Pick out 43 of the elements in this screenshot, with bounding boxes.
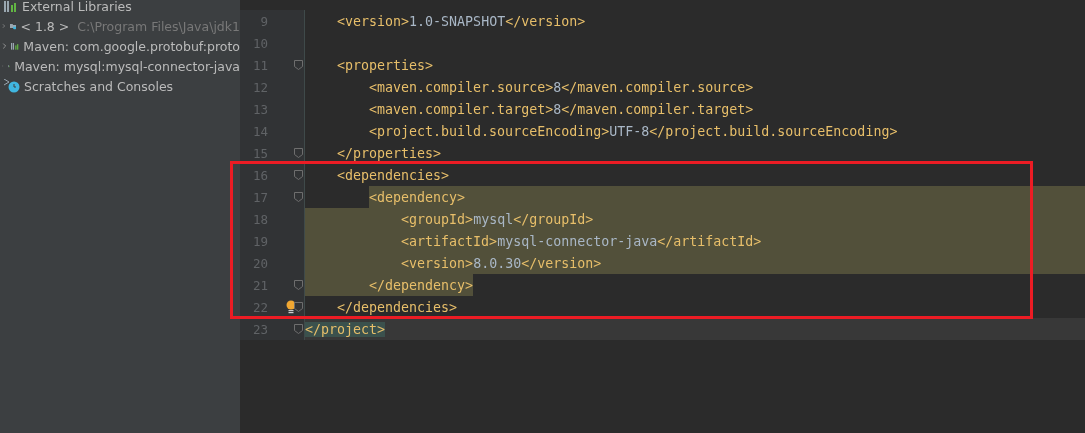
code-tag: <maven.compiler.target>	[369, 101, 554, 117]
code-tag: <dependencies>	[337, 167, 450, 183]
code-value: mysql	[473, 211, 514, 227]
code-tag: </project>	[305, 321, 386, 337]
fold-marker-icon[interactable]	[294, 280, 303, 290]
tree-item-path: C:\Program Files\Java\jdk1	[77, 18, 240, 34]
code-tag: </maven.compiler.target>	[561, 101, 754, 117]
code-tag: <groupId>	[401, 211, 474, 227]
code-tag: <version>	[337, 13, 410, 29]
code-tag: </version>	[521, 255, 602, 271]
code-tag: </dependency>	[369, 277, 474, 293]
fold-marker-icon[interactable]	[294, 302, 303, 312]
tree-item-label[interactable]: < 1.8 >	[20, 18, 70, 34]
tree-item-label[interactable]: Scratches and Consoles	[24, 78, 174, 94]
fold-marker-icon[interactable]	[294, 148, 303, 158]
code-value: 8.0.30	[473, 255, 522, 271]
fold-marker-icon[interactable]	[294, 170, 303, 180]
code-tag: </version>	[505, 13, 586, 29]
code-value: mysql-connector-java	[497, 233, 658, 249]
tree-item-label[interactable]: External Libraries	[22, 0, 132, 14]
code-tag: </artifactId>	[657, 233, 762, 249]
fold-marker-icon[interactable]	[294, 324, 303, 334]
code-tag: <project.build.sourceEncoding>	[369, 123, 610, 139]
code-tag: </groupId>	[513, 211, 594, 227]
code-tag: <properties>	[337, 57, 434, 73]
code-tag: <dependency>	[369, 189, 466, 205]
code-tag: <maven.compiler.source>	[369, 79, 554, 95]
fold-marker-icon[interactable]	[294, 192, 303, 202]
fold-marker-icon[interactable]	[294, 60, 303, 70]
code-value: 1.0-SNAPSHOT	[409, 13, 506, 29]
tree-item-label[interactable]: Maven: mysql:mysql-connector-java	[14, 58, 240, 74]
code-value: UTF-8	[609, 123, 650, 139]
code-tag: <artifactId>	[401, 233, 498, 249]
scratches-clock-icon	[4, 79, 20, 93]
code-value: 8	[553, 79, 562, 95]
code-tag: <version>	[401, 255, 474, 271]
code-tag: </project.build.sourceEncoding>	[649, 123, 898, 139]
code-tag: </maven.compiler.source>	[561, 79, 754, 95]
code-tag: </properties>	[337, 145, 442, 161]
code-value: 8	[553, 101, 562, 117]
code-tag: </dependencies>	[337, 299, 458, 315]
lightbulb-icon[interactable]	[286, 300, 296, 314]
tree-item-label[interactable]: Maven: com.google.protobuf:proto	[23, 38, 240, 54]
